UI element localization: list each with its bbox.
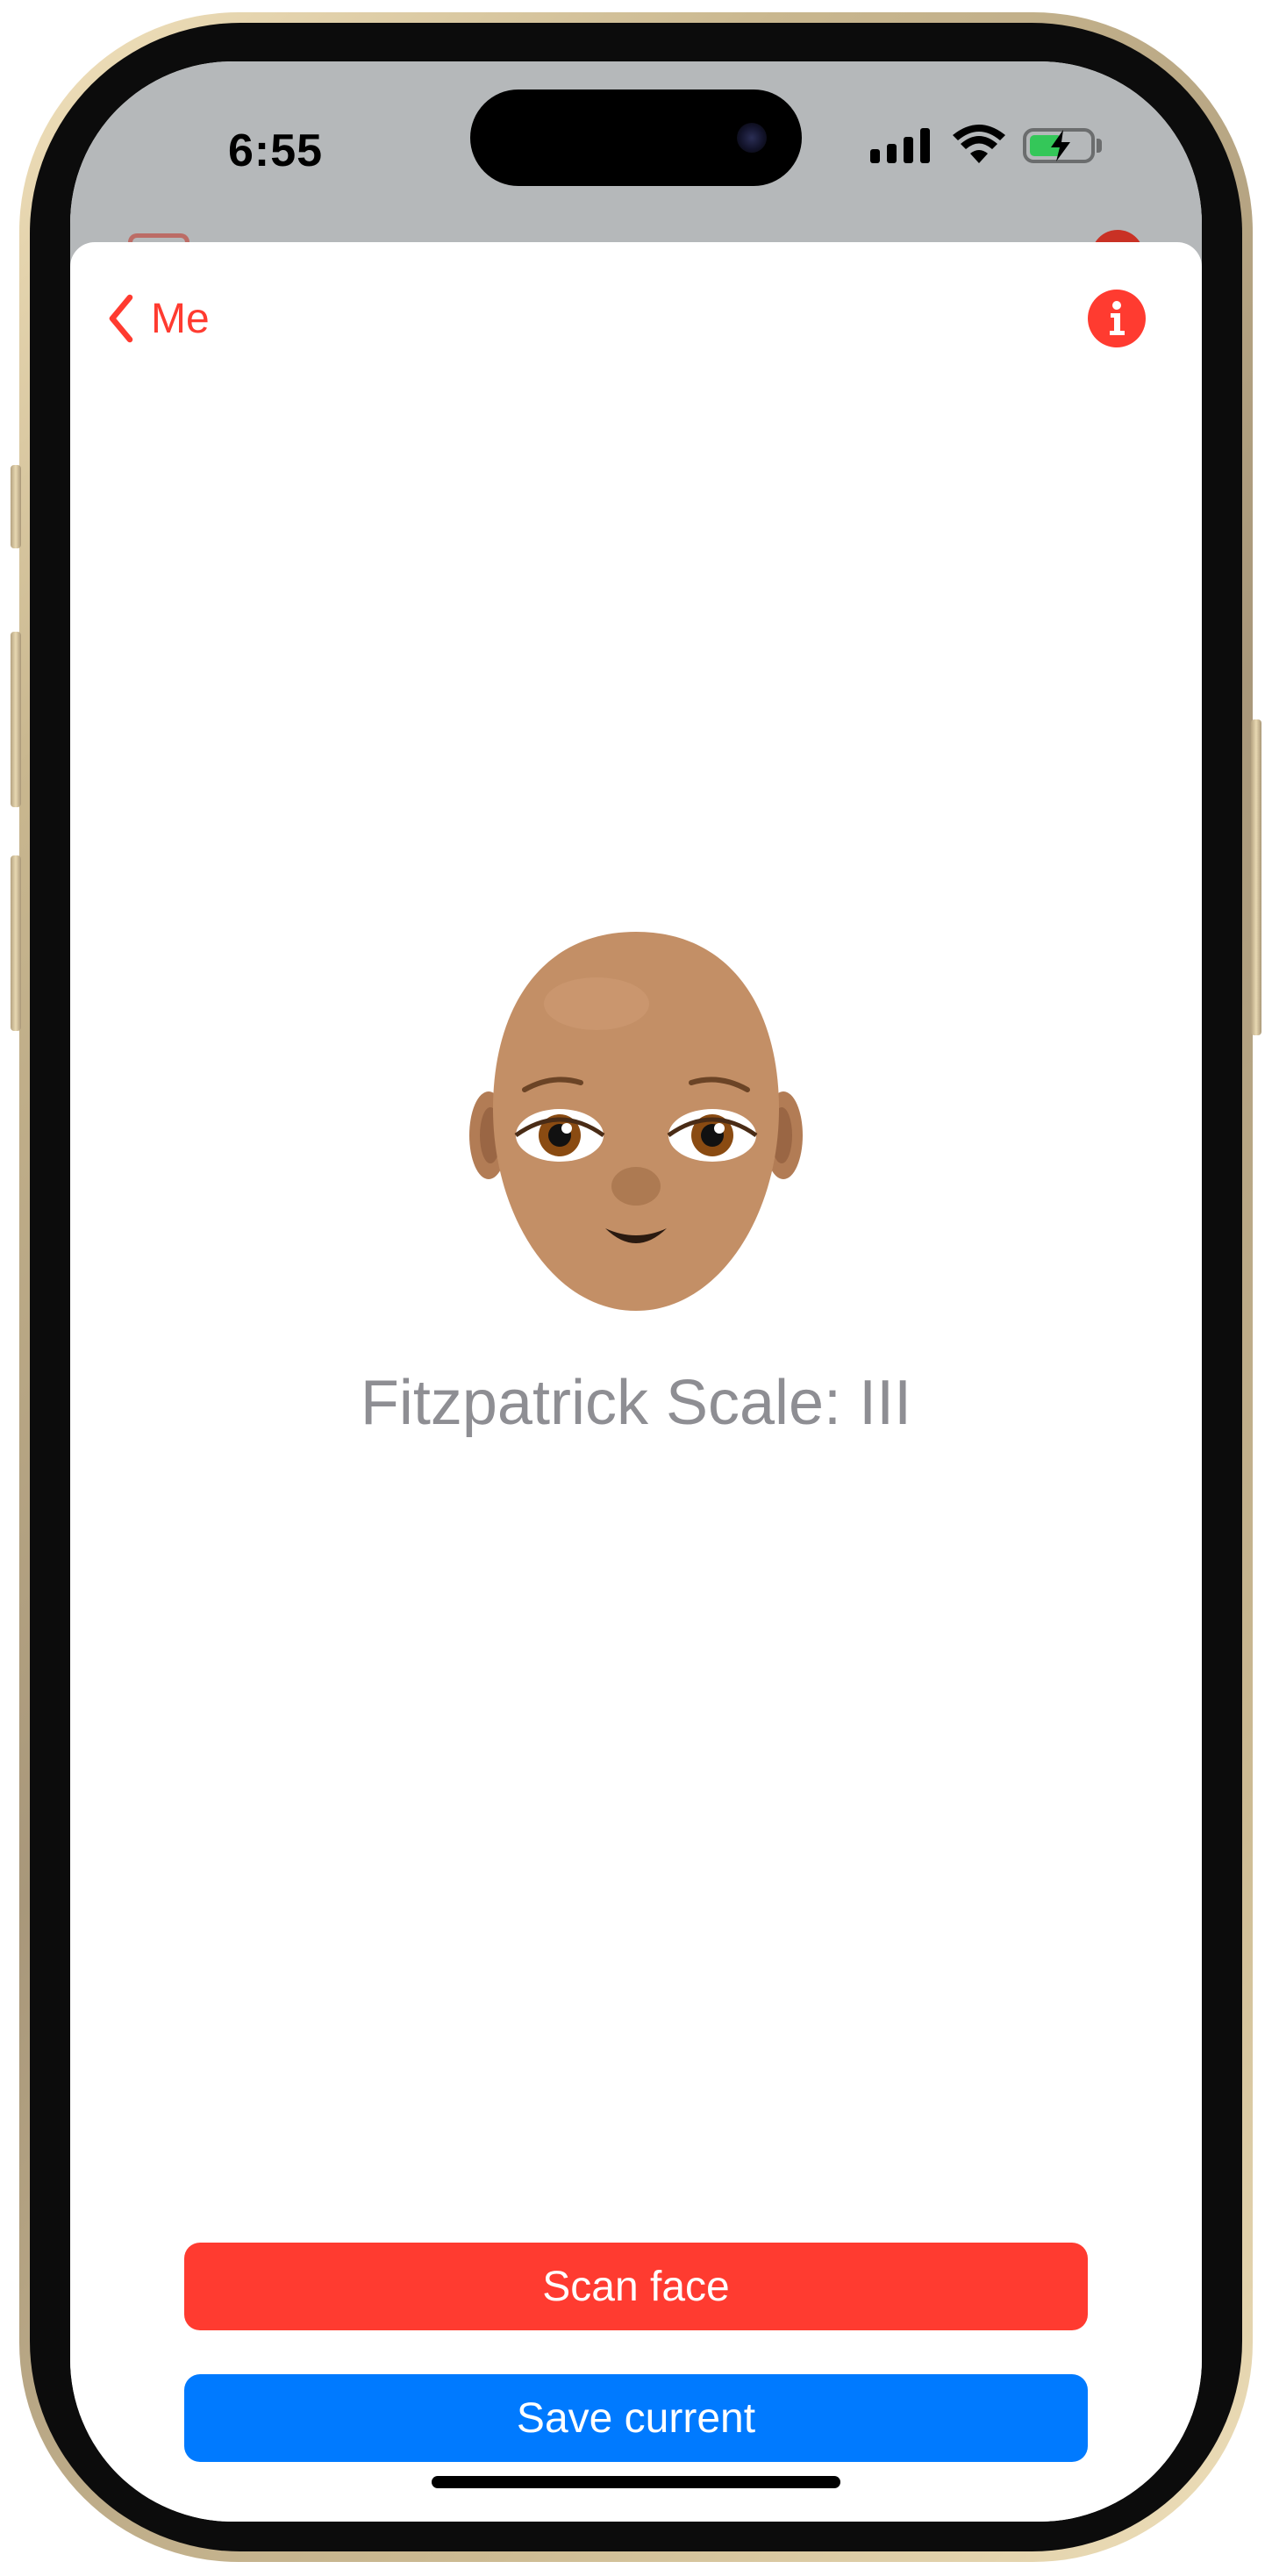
status-time: 6:55	[228, 125, 324, 176]
charging-bolt-icon	[1051, 130, 1070, 161]
action-button	[11, 465, 21, 548]
info-icon	[1110, 301, 1125, 335]
battery-charging-icon	[1023, 128, 1095, 163]
battery-cap	[1097, 139, 1102, 153]
sheet: Me Fitzpatrick Scale: III Scan face Save…	[70, 242, 1202, 2522]
home-indicator[interactable]	[432, 2476, 840, 2488]
dynamic-island	[470, 89, 802, 186]
back-button[interactable]: Me	[104, 288, 210, 349]
volume-down-button	[11, 855, 21, 1031]
info-button[interactable]	[1088, 290, 1146, 347]
screen: 6:55 Me Fitzpatrick Scale: III Scan face…	[70, 61, 1202, 2522]
back-button-label: Me	[151, 295, 210, 342]
wifi-icon	[953, 125, 1005, 163]
scan-face-button[interactable]: Scan face	[184, 2243, 1088, 2330]
fitzpatrick-scale-label: Fitzpatrick Scale: III	[360, 1368, 912, 1438]
chevron-left-icon	[109, 294, 133, 343]
front-camera-icon	[737, 123, 767, 153]
save-current-button[interactable]: Save current	[184, 2374, 1088, 2462]
bald-person-medium-skin-tone-emoji	[469, 932, 803, 1311]
power-button	[1251, 719, 1261, 1035]
volume-up-button	[11, 632, 21, 807]
cellular-signal-icon	[870, 128, 930, 163]
